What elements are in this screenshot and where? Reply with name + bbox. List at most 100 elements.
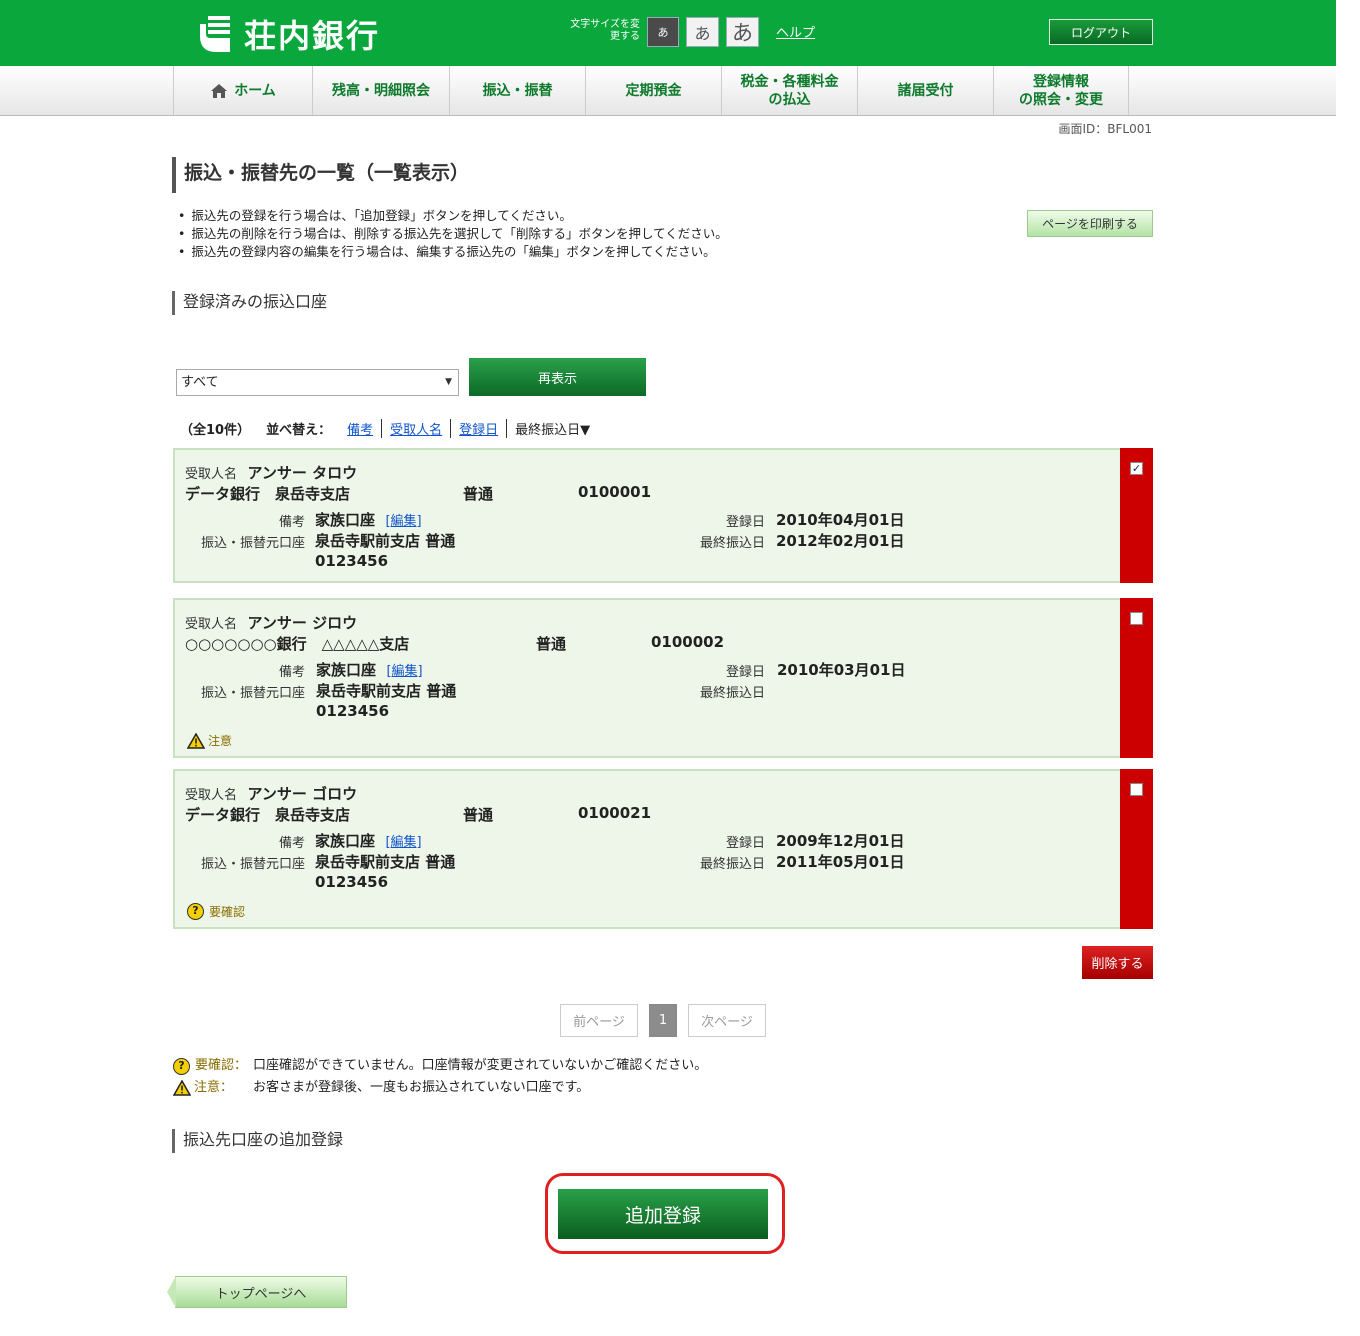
- legend-caution-label: 注意：: [194, 1080, 234, 1095]
- recipient-name: アンサー ゴロウ: [247, 785, 358, 803]
- legend-confirm-label: 要確認：: [195, 1058, 248, 1073]
- question-icon: ?: [187, 903, 204, 920]
- filter-select-value: すべて: [181, 375, 219, 390]
- recipient-label: 受取人名: [185, 788, 238, 803]
- redisplay-button[interactable]: 再表示: [469, 358, 646, 396]
- reg-date-label: 登録日: [725, 665, 765, 680]
- screen-id: 画面ID：BFL001: [1058, 122, 1152, 136]
- recipient-name: アンサー タロウ: [247, 464, 358, 482]
- help-link[interactable]: ヘルプ: [776, 22, 815, 41]
- filter-select[interactable]: すべて ▼: [176, 369, 459, 396]
- note-row: 家族口座 [編集]: [315, 830, 422, 851]
- account-card: 受取人名 アンサー ジロウ ○○○○○○○銀行 △△△△△支店 普通 01000…: [173, 598, 1153, 758]
- reg-date-value: 2010年04月01日: [776, 511, 905, 529]
- edit-link[interactable]: [編集]: [385, 835, 421, 850]
- bank-name: 荘内銀行: [244, 17, 381, 55]
- page-number[interactable]: 1: [649, 1004, 677, 1037]
- top-page-label: トップページへ: [215, 1286, 307, 1302]
- main-nav: ホーム 残高・明細照会 振込・振替 定期預金 税金・各種料金 の払込 諸届受付 …: [0, 66, 1336, 116]
- account-type: 普通: [536, 635, 567, 653]
- recipient-label: 受取人名: [185, 467, 238, 482]
- delete-checkbox[interactable]: ✓: [1130, 462, 1143, 475]
- legend-confirm-text: 口座確認ができていません。口座情報が変更されていないかご確認ください。: [253, 1058, 708, 1073]
- warning-icon: [187, 732, 205, 749]
- delete-button[interactable]: 削除する: [1082, 946, 1153, 979]
- back-arrow-icon: [167, 1276, 176, 1308]
- reg-date-value: 2010年03月01日: [777, 661, 906, 679]
- recipient-row: 受取人名 アンサー タロウ: [185, 462, 357, 483]
- warning-icon: [173, 1080, 191, 1096]
- print-page-button[interactable]: ページを印刷する: [1027, 210, 1153, 237]
- account-type: 普通: [463, 485, 494, 503]
- prev-page-button[interactable]: 前ページ: [560, 1004, 638, 1037]
- note-label: 備考: [278, 665, 305, 680]
- logout-button[interactable]: ログアウト: [1049, 19, 1153, 45]
- instruction-item: 振込先の登録を行う場合は、「追加登録」ボタンを押してください。: [178, 207, 728, 225]
- status-legend: ? 要確認： 口座確認ができていません。口座情報が変更されていないかご確認くださ…: [173, 1055, 707, 1099]
- source-label: 振込・振替元口座: [200, 857, 305, 872]
- delete-select-column: ✓: [1120, 448, 1153, 583]
- nav-registration-info[interactable]: 登録情報 の照会・変更: [993, 66, 1128, 115]
- nav-home[interactable]: ホーム: [173, 66, 312, 115]
- nav-balance[interactable]: 残高・明細照会: [312, 66, 449, 115]
- caution-status: 注意: [187, 732, 232, 749]
- nav-reg-line2: の照会・変更: [1019, 91, 1103, 108]
- account-card: 受取人名 アンサー ゴロウ データ銀行 泉岳寺支店 普通 0100021 備考 …: [173, 769, 1153, 929]
- last-transfer-value: 2012年02月01日: [776, 532, 905, 550]
- delete-checkbox[interactable]: [1130, 783, 1143, 796]
- reg-date-value: 2009年12月01日: [776, 832, 905, 850]
- delete-checkbox[interactable]: [1130, 612, 1143, 625]
- font-size-large-button[interactable]: あ: [726, 17, 759, 47]
- source-number: 0123456: [316, 702, 390, 720]
- nav-time-deposit[interactable]: 定期預金: [585, 66, 721, 115]
- note-value: 家族口座: [315, 832, 376, 850]
- bank-logo[interactable]: 荘内銀行: [196, 14, 381, 55]
- reg-date-label: 登録日: [725, 836, 765, 851]
- confirm-status-label: 要確認: [209, 905, 246, 919]
- instruction-item: 振込先の登録内容の編集を行う場合は、編集する振込先の「編集」ボタンを押してくださ…: [178, 243, 728, 261]
- recipient-label: 受取人名: [185, 617, 238, 632]
- sort-by-note[interactable]: 備考: [343, 419, 381, 438]
- edit-link[interactable]: [編集]: [386, 664, 422, 679]
- nav-procedures[interactable]: 諸届受付: [857, 66, 993, 115]
- note-row: 家族口座 [編集]: [315, 509, 422, 530]
- source-account: 泉岳寺駅前支店 普通: [315, 853, 456, 871]
- note-value: 家族口座: [315, 511, 376, 529]
- nav-reg-line1: 登録情報: [1033, 73, 1089, 90]
- last-transfer-label: 最終振込日: [699, 686, 765, 701]
- nav-home-label: ホーム: [234, 82, 276, 99]
- source-number: 0123456: [315, 873, 389, 891]
- sort-by-last-transfer[interactable]: 最終振込日▼: [506, 418, 598, 438]
- account-number: 0100001: [578, 483, 652, 501]
- sort-label: 並べ替え：: [266, 422, 332, 438]
- sort-by-reg-date[interactable]: 登録日: [450, 418, 506, 438]
- nav-tax-payment[interactable]: 税金・各種料金 の払込: [721, 66, 857, 115]
- source-number: 0123456: [315, 552, 389, 570]
- font-size-label: 文字サイズを変更する: [570, 19, 640, 42]
- bank-branch: データ銀行 泉岳寺支店: [185, 485, 351, 503]
- top-page-button[interactable]: トップページへ: [167, 1276, 347, 1308]
- last-transfer-label: 最終振込日: [699, 857, 765, 872]
- note-value: 家族口座: [316, 661, 377, 679]
- account-card: 受取人名 アンサー タロウ データ銀行 泉岳寺支店 普通 0100001 備考 …: [173, 448, 1153, 583]
- legend-confirm-key: ? 要確認：: [173, 1055, 253, 1077]
- instructions-list: 振込先の登録を行う場合は、「追加登録」ボタンを押してください。 振込先の削除を行…: [178, 207, 728, 261]
- font-size-small-button[interactable]: あ: [647, 17, 679, 47]
- nav-tax-line1: 税金・各種料金: [740, 73, 839, 90]
- sort-by-recipient[interactable]: 受取人名: [381, 418, 450, 438]
- note-label: 備考: [278, 515, 305, 530]
- result-count: （全10件）: [180, 422, 251, 438]
- nav-transfer[interactable]: 振込・振替: [449, 66, 585, 115]
- add-registration-button[interactable]: 追加登録: [558, 1189, 768, 1239]
- next-page-button[interactable]: 次ページ: [688, 1004, 766, 1037]
- recipient-name: アンサー ジロウ: [247, 614, 358, 632]
- edit-link[interactable]: [編集]: [385, 514, 421, 529]
- confirm-status: ? 要確認: [187, 903, 245, 920]
- font-size-medium-button[interactable]: あ: [686, 17, 719, 47]
- legend-caution-key: 注意：: [173, 1077, 253, 1099]
- registered-accounts-heading: 登録済みの振込口座: [172, 291, 327, 315]
- bank-branch: データ銀行 泉岳寺支店: [185, 806, 351, 824]
- source-account: 泉岳寺駅前支店 普通: [316, 682, 457, 700]
- nav-divider: [1128, 66, 1129, 115]
- caution-status-label: 注意: [208, 734, 233, 748]
